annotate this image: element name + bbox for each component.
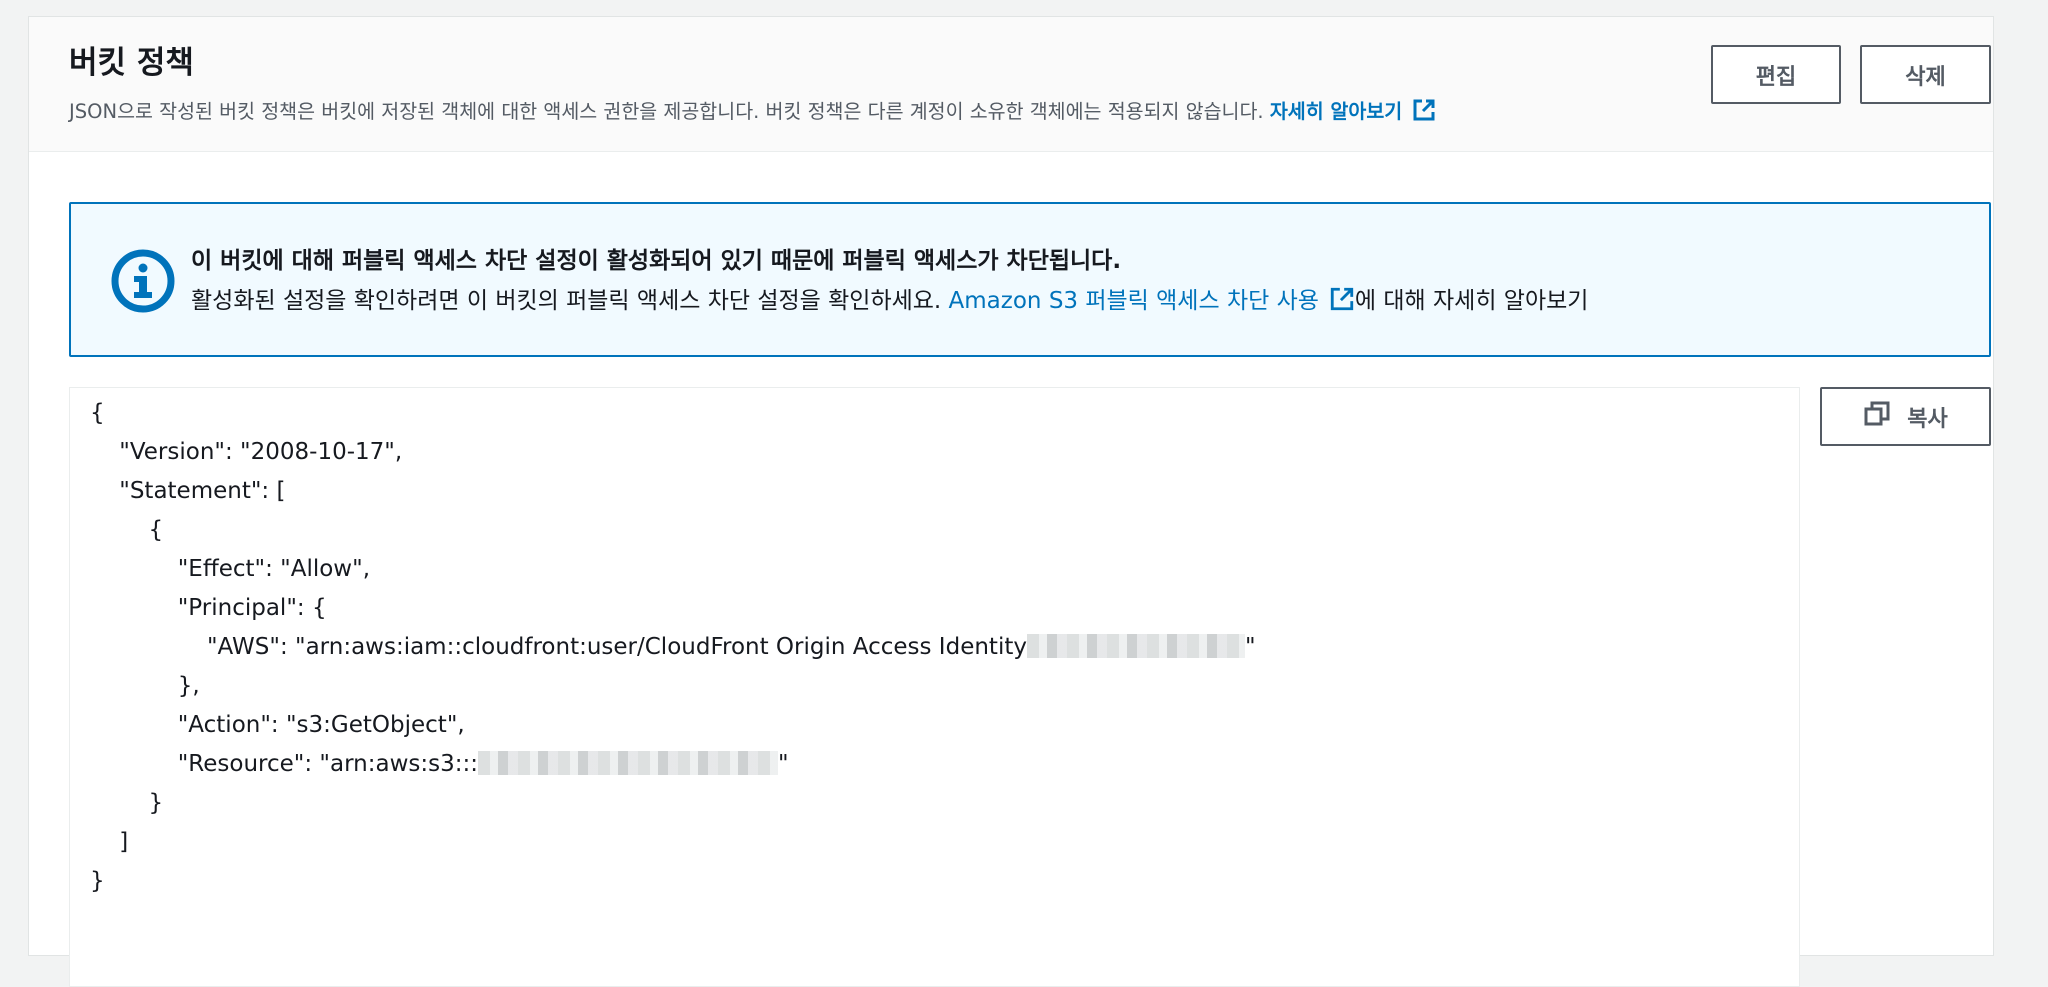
code-line: "Version": "2008-10-17", — [90, 439, 403, 465]
code-line: ] — [90, 829, 129, 855]
policy-code: { "Version": "2008-10-17", "Statement": … — [90, 394, 1256, 901]
code-line: "Statement": [ — [90, 478, 286, 504]
panel-description: JSON으로 작성된 버킷 정책은 버킷에 저장된 객체에 대한 액세스 권한을… — [69, 97, 1436, 131]
external-link-icon — [1329, 286, 1355, 320]
code-line: "AWS": "arn:aws:iam::cloudfront:user/Clo… — [90, 634, 1027, 660]
page-title: 버킷 정책 — [69, 45, 194, 81]
s3-link-label: Amazon S3 퍼블릭 액세스 차단 사용 — [948, 288, 1319, 314]
copy-button[interactable]: 복사 — [1820, 387, 1991, 446]
external-link-icon — [1412, 98, 1436, 131]
code-line: "Effect": "Allow", — [90, 556, 371, 582]
code-line: } — [90, 790, 164, 816]
bucket-policy-panel: 버킷 정책 JSON으로 작성된 버킷 정책은 버킷에 저장된 객체에 대한 액… — [28, 16, 1994, 987]
alert-body: 활성화된 설정을 확인하려면 이 버킷의 퍼블릭 액세스 차단 설정을 확인하세… — [191, 286, 1588, 320]
copy-label: 복사 — [1907, 406, 1948, 432]
s3-block-public-access-link[interactable]: Amazon S3 퍼블릭 액세스 차단 사용 — [948, 287, 1355, 314]
code-line: }, — [90, 673, 200, 699]
code-quote: " — [1244, 634, 1256, 660]
public-access-alert: 이 버킷에 대해 퍼블릭 액세스 차단 설정이 활성화되어 있기 때문에 퍼블릭… — [69, 202, 1991, 357]
code-line: } — [90, 868, 105, 894]
description-text: JSON으로 작성된 버킷 정책은 버킷에 저장된 객체에 대한 액세스 권한을… — [69, 100, 1270, 123]
edit-button[interactable]: 편집 — [1711, 45, 1841, 104]
delete-button[interactable]: 삭제 — [1860, 45, 1991, 104]
code-quote: " — [777, 751, 789, 777]
panel-header: 버킷 정책 JSON으로 작성된 버킷 정책은 버킷에 저장된 객체에 대한 액… — [29, 17, 1993, 152]
redacted-identity — [1026, 634, 1245, 658]
info-icon — [111, 249, 175, 317]
learn-more-link[interactable]: 자세히 알아보기 — [1269, 99, 1436, 123]
alert-body-suffix: 에 대해 자세히 알아보기 — [1354, 288, 1589, 314]
code-line: "Action": "s3:GetObject", — [90, 712, 465, 738]
redacted-bucket-name — [477, 751, 778, 775]
code-line: "Resource": "arn:aws:s3::: — [90, 751, 478, 777]
policy-json-viewer[interactable]: { "Version": "2008-10-17", "Statement": … — [69, 387, 1800, 987]
code-line: { — [90, 517, 164, 543]
alert-title: 이 버킷에 대해 퍼블릭 액세스 차단 설정이 활성화되어 있기 때문에 퍼블릭… — [191, 248, 1122, 274]
learn-more-label: 자세히 알아보기 — [1269, 100, 1403, 123]
copy-icon — [1863, 400, 1907, 434]
alert-body-prefix: 활성화된 설정을 확인하려면 이 버킷의 퍼블릭 액세스 차단 설정을 확인하세… — [191, 288, 949, 314]
code-line: { — [90, 400, 105, 426]
code-line: "Principal": { — [90, 595, 327, 621]
